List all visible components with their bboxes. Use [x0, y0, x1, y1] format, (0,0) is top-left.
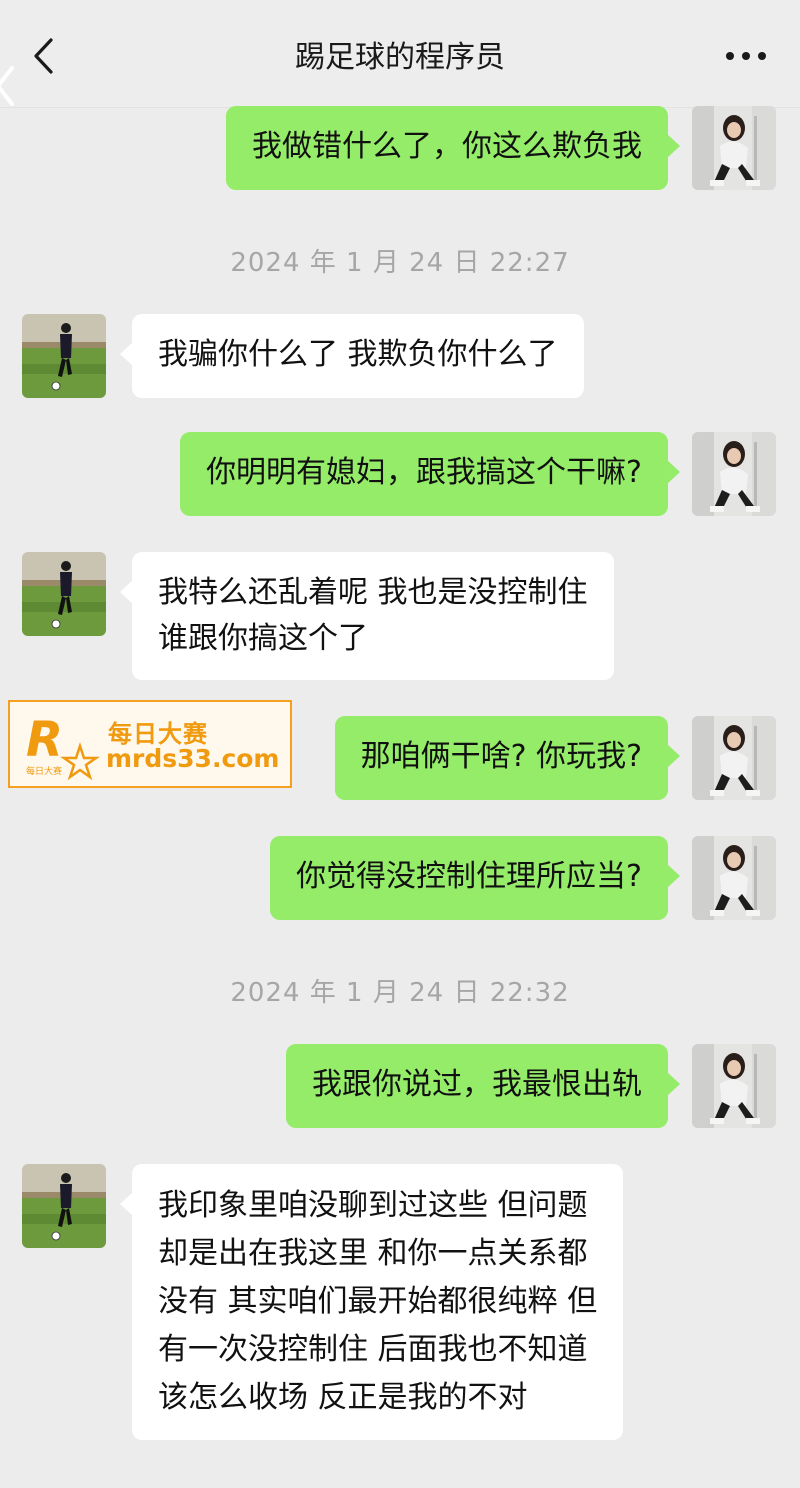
- received-message-bubble[interactable]: 我骗你什么了 我欺负你什么了: [120, 314, 584, 398]
- my-avatar[interactable]: [692, 836, 776, 920]
- chat-title: 踢足球的程序员: [295, 40, 505, 75]
- message-row: 我印象里咱没聊到过这些 但问题 却是出在我这里 和你一点关系都 没有 其实咱们最…: [0, 1162, 800, 1442]
- contact-avatar[interactable]: [22, 314, 106, 398]
- user-avatar-image: [692, 836, 776, 920]
- message-line: 该怎么收场 反正是我的不对: [158, 1380, 528, 1415]
- message-row: 你觉得没控制住理所应当?: [0, 834, 800, 924]
- more-options-button[interactable]: [716, 38, 776, 74]
- received-message-bubble[interactable]: 我特么还乱着呢 我也是没控制住 谁跟你搞这个了: [120, 552, 614, 680]
- my-avatar[interactable]: [692, 1044, 776, 1128]
- message-line: 我印象里咱没聊到过这些 但问题: [158, 1188, 588, 1223]
- message-row: 我特么还乱着呢 我也是没控制住 谁跟你搞这个了: [0, 550, 800, 684]
- message-text: 你明明有媳妇，跟我搞这个干嘛?: [206, 455, 642, 490]
- message-row: 你明明有媳妇，跟我搞这个干嘛?: [0, 430, 800, 520]
- svg-text:R: R: [26, 712, 63, 768]
- user-avatar-image: [692, 106, 776, 190]
- message-text: 你觉得没控制住理所应当?: [296, 859, 642, 894]
- message-line: 有一次没控制住 后面我也不知道: [158, 1332, 588, 1367]
- brand-url: mrds33.com: [106, 744, 280, 773]
- message-text: 我骗你什么了 我欺负你什么了: [158, 337, 558, 372]
- contact-avatar-image: [22, 314, 106, 398]
- message-timestamp: 2024 年 1 月 24 日 22:32: [230, 978, 570, 1008]
- received-message-bubble[interactable]: 我印象里咱没聊到过这些 但问题 却是出在我这里 和你一点关系都 没有 其实咱们最…: [119, 1164, 624, 1440]
- user-avatar-image: [692, 716, 776, 800]
- message-line: 没有 其实咱们最开始都很纯粹 但: [158, 1284, 598, 1319]
- message-row: 我做错什么了，你这么欺负我: [0, 104, 800, 194]
- message-row: 我跟你说过，我最恨出轨: [0, 1042, 800, 1132]
- message-text: 我跟你说过，我最恨出轨: [312, 1067, 642, 1102]
- message-timestamp: 2024 年 1 月 24 日 22:27: [230, 248, 570, 278]
- message-line: 我特么还乱着呢 我也是没控制住: [158, 575, 588, 610]
- brand-logo-icon: R 每日大赛: [26, 712, 100, 781]
- message-row: 我骗你什么了 我欺负你什么了: [0, 312, 800, 402]
- sent-message-bubble[interactable]: 你觉得没控制住理所应当?: [270, 836, 680, 920]
- my-avatar[interactable]: [692, 106, 776, 190]
- message-line: 谁跟你搞这个了: [158, 621, 368, 656]
- contact-avatar[interactable]: [22, 552, 106, 636]
- sent-message-bubble[interactable]: 你明明有媳妇，跟我搞这个干嘛?: [180, 432, 680, 516]
- back-button[interactable]: [22, 30, 66, 82]
- message-line: 却是出在我这里 和你一点关系都: [158, 1236, 588, 1271]
- message-text: 我做错什么了，你这么欺负我: [252, 129, 642, 164]
- chat-header: 踢足球的程序员: [0, 0, 800, 108]
- svg-text:每日大赛: 每日大赛: [26, 765, 62, 777]
- watermark-banner: R 每日大赛 每日大赛 mrds33.com: [8, 700, 292, 788]
- user-avatar-image: [692, 1044, 776, 1128]
- contact-avatar-image: [22, 1164, 106, 1248]
- contact-avatar[interactable]: [22, 1164, 106, 1248]
- message-text: 那咱俩干啥? 你玩我?: [360, 739, 642, 774]
- more-dots-icon: [726, 52, 766, 60]
- contact-avatar-image: [22, 552, 106, 636]
- my-avatar[interactable]: [692, 716, 776, 800]
- sent-message-bubble[interactable]: 我做错什么了，你这么欺负我: [226, 106, 680, 190]
- edge-back-gesture-icon: [0, 66, 14, 106]
- my-avatar[interactable]: [692, 432, 776, 516]
- user-avatar-image: [692, 432, 776, 516]
- sent-message-bubble[interactable]: 我跟你说过，我最恨出轨: [286, 1044, 680, 1128]
- sent-message-bubble[interactable]: 那咱俩干啥? 你玩我?: [334, 716, 681, 800]
- chevron-left-icon: [34, 38, 53, 74]
